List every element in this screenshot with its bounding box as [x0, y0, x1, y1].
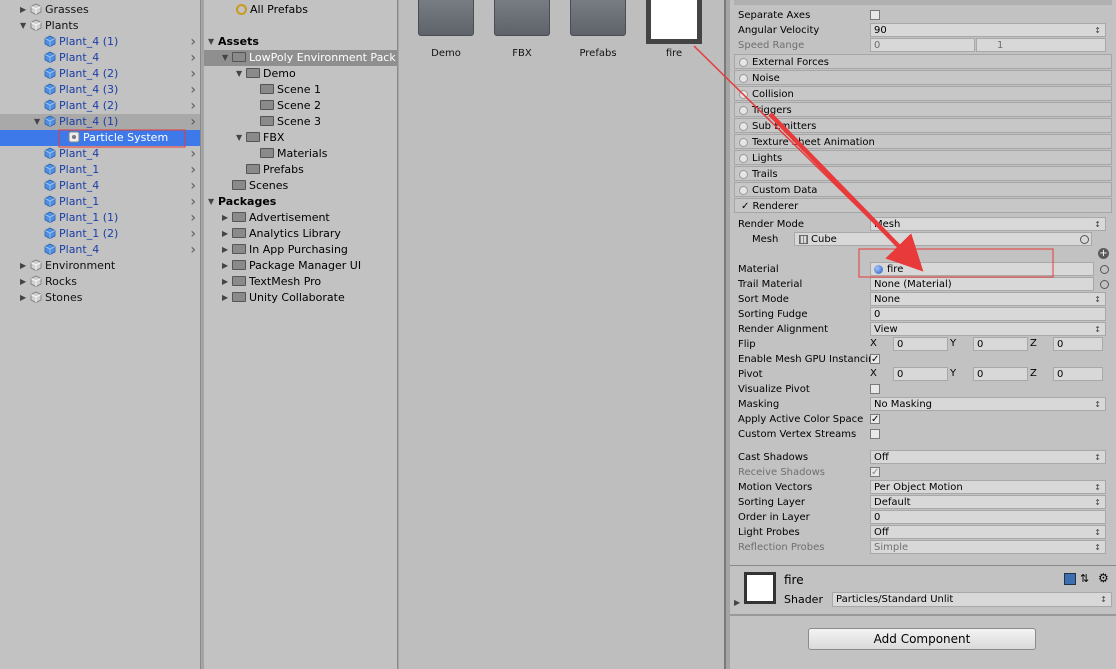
particle-system-highlight-box	[58, 129, 186, 148]
annotation-overlay	[58, 45, 1054, 278]
annotation-arrow-thick	[768, 112, 924, 272]
material-highlight-box	[858, 248, 1054, 278]
